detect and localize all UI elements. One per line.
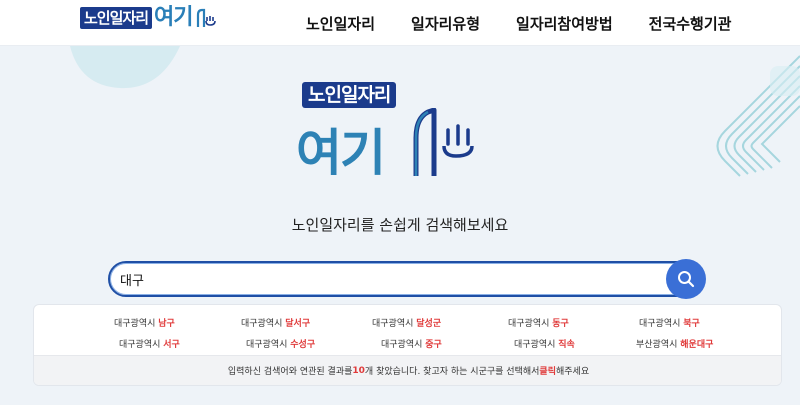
nav-item-jobs[interactable]: 노인일자리 [306, 13, 375, 34]
hero-hand-icon [413, 108, 474, 176]
result-count: 10 [352, 365, 365, 376]
result-item[interactable]: 대구광역시 직속 [514, 337, 575, 350]
hero-logo-main: 여기 [296, 124, 386, 182]
search-bar [108, 259, 706, 299]
results-row-2: 대구광역시 서구 대구광역시 수성구 대구광역시 중구 대구광역시 직속 부산광… [34, 334, 781, 354]
result-item[interactable]: 대구광역시 달서구 [241, 316, 310, 329]
result-item[interactable]: 대구광역시 북구 [639, 316, 700, 329]
result-item[interactable]: 대구광역시 남구 [114, 316, 175, 329]
result-item[interactable]: 대구광역시 중구 [381, 337, 442, 350]
result-item[interactable]: 대구광역시 서구 [119, 337, 180, 350]
logo-text-big: 여기 [154, 5, 193, 30]
nav-item-agencies[interactable]: 전국수행기관 [649, 13, 732, 34]
results-row-1: 대구광역시 남구 대구광역시 달서구 대구광역시 달성군 대구광역시 동구 대구… [34, 313, 781, 333]
result-item[interactable]: 대구광역시 달성군 [372, 316, 441, 329]
search-input[interactable] [110, 263, 670, 295]
decorative-lines-right [716, 55, 800, 177]
hero-tagline: 노인일자리를 손쉽게 검색해보세요 [291, 216, 509, 234]
results-summary: 입력하신 검색어와 연관된 결과를 10 개 찾았습니다. 찾고자 하는 시군구를… [34, 355, 781, 385]
nav-item-how-to-join[interactable]: 일자리참여방법 [516, 13, 613, 34]
search-button[interactable] [666, 259, 706, 299]
decorative-ribbon-left [70, 46, 180, 89]
hero-section: 노인일자리 여기 노인일자리를 손쉽게 검색해보세요 대구광역시 남구 대구광역… [0, 46, 800, 405]
main-nav: 노인일자리 일자리유형 일자리참여방법 전국수행기관 [306, 0, 731, 46]
hero-logo-top: 노인일자리 [302, 82, 397, 108]
hero-logo: 노인일자리 여기 [296, 82, 496, 180]
result-item[interactable]: 대구광역시 동구 [508, 316, 569, 329]
result-item[interactable]: 대구광역시 수성구 [246, 337, 315, 350]
search-icon [678, 271, 695, 288]
logo-hand-icon [196, 8, 216, 27]
logo-text-small: 노인일자리 [80, 7, 153, 29]
search-results-panel: 대구광역시 남구 대구광역시 달서구 대구광역시 달성군 대구광역시 동구 대구… [33, 304, 782, 386]
site-logo[interactable]: 노인일자리 여기 [80, 6, 221, 30]
nav-item-job-types[interactable]: 일자리유형 [411, 13, 480, 34]
top-header: 노인일자리 여기 노인일자리 일자리유형 일자리참여방법 전국수행기관 [0, 0, 800, 46]
click-hint: 클릭 [539, 367, 556, 377]
result-item[interactable]: 부산광역시 해운대구 [636, 337, 713, 350]
